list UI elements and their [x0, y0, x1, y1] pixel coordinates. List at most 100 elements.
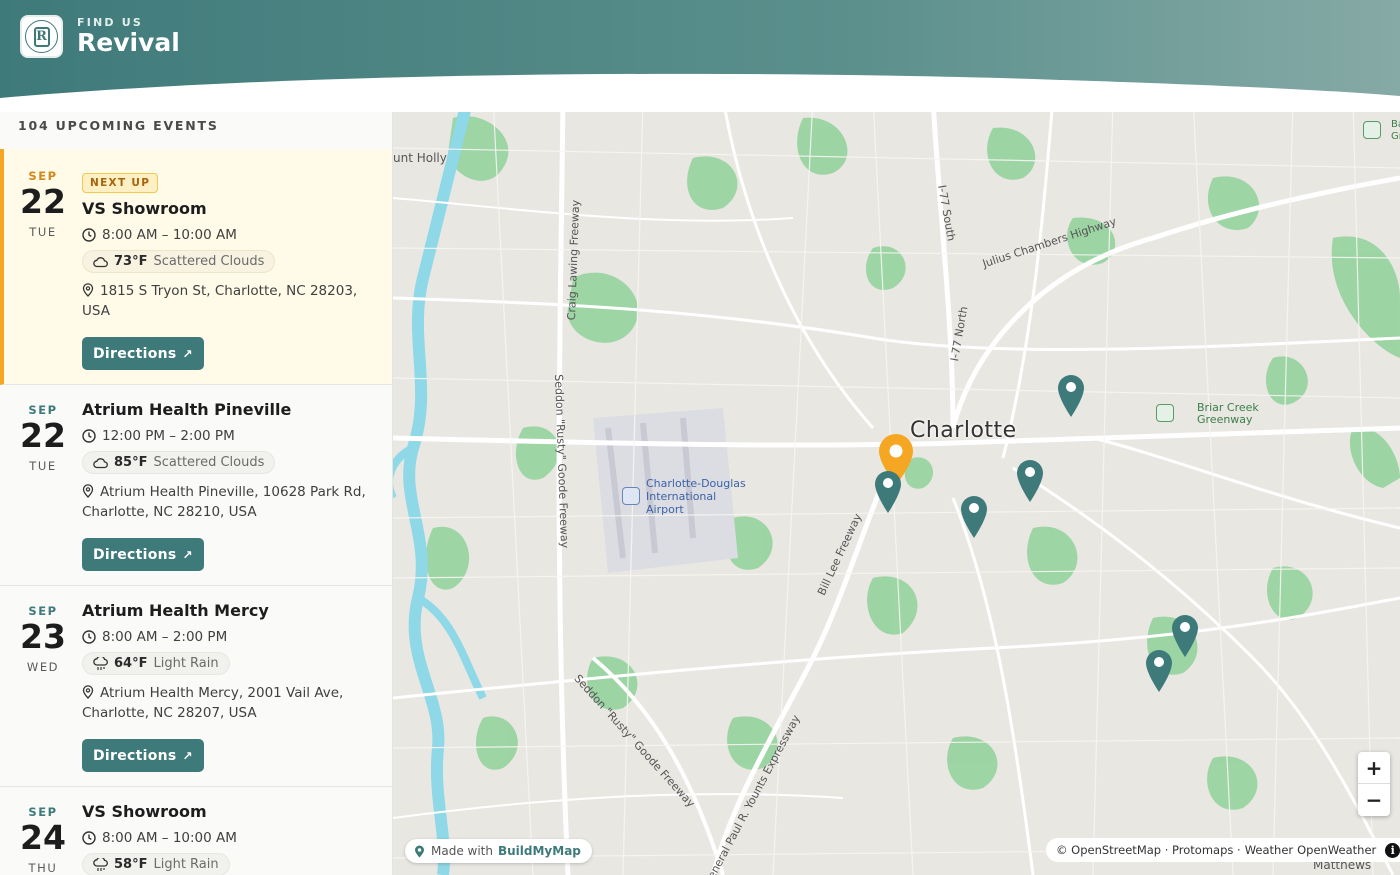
location-pin-icon: [415, 845, 424, 857]
event-date: SEP 22 TUE: [0, 403, 86, 473]
logo-badge-icon: R: [25, 20, 58, 53]
made-with-brand[interactable]: BuildMyMap: [498, 844, 581, 858]
map-pin-icon: [82, 283, 94, 297]
event-weekday: WED: [26, 660, 60, 674]
map-label-top-right-2: Gr: [1391, 131, 1400, 142]
event-card[interactable]: SEP 23 WED Atrium Health Mercy 8:00 AM –…: [0, 586, 392, 787]
event-time-text: 12:00 PM – 2:00 PM: [102, 428, 235, 444]
map-label-briar-creek: Briar Creek Greenway: [1197, 402, 1259, 426]
map-label-mount-holly: unt Holly: [393, 151, 447, 165]
directions-label: Directions: [93, 546, 177, 563]
park-icon: [1363, 121, 1381, 139]
event-time-text: 8:00 AM – 2:00 PM: [102, 629, 228, 645]
event-address: 1815 S Tryon St, Charlotte, NC 28203, US…: [82, 281, 382, 321]
airport-line-2: International: [646, 490, 717, 503]
event-title: Atrium Health Pineville: [82, 400, 292, 419]
weather-condition: Scattered Clouds: [153, 254, 265, 269]
weather-condition: Light Rain: [153, 857, 219, 872]
map-pin-icon: [82, 484, 94, 498]
event-title: VS Showroom: [82, 199, 207, 218]
map-pin-icon: [82, 685, 94, 699]
clock-icon: [82, 228, 96, 242]
cloud-icon: [93, 457, 108, 468]
revival-logo[interactable]: R: [20, 15, 63, 58]
map-label-top-right-1: Ba: [1391, 119, 1400, 130]
cloud-icon: [93, 256, 108, 267]
event-time: 12:00 PM – 2:00 PM: [82, 428, 382, 444]
weather-temp: 73°F: [114, 254, 148, 269]
weather-temp: 64°F: [114, 656, 148, 671]
event-weekday: TUE: [29, 459, 57, 473]
event-card[interactable]: SEP 24 THU VS Showroom 8:00 AM – 10:00 A…: [0, 787, 392, 875]
event-day: 23: [20, 617, 66, 656]
event-month: SEP: [28, 403, 58, 417]
made-with-badge[interactable]: Made with BuildMyMap: [405, 839, 592, 863]
event-month: SEP: [28, 169, 58, 183]
map-view[interactable]: unt Holly Craig Lawing Freeway I-77 Sout…: [393, 98, 1400, 875]
park-icon: [1156, 404, 1174, 422]
zoom-out-button[interactable]: −: [1358, 784, 1390, 816]
external-arrow-icon: ↗: [182, 346, 193, 361]
clock-icon: [82, 831, 96, 845]
event-address-text: Atrium Health Mercy, 2001 Vail Ave, Char…: [82, 685, 344, 721]
event-day: 22: [20, 416, 66, 455]
event-card[interactable]: SEP 22 TUE NEXT UP VS Showroom 8:00 AM –…: [0, 149, 392, 385]
event-time-text: 8:00 AM – 10:00 AM: [102, 227, 237, 243]
airport-icon: [622, 487, 640, 505]
info-icon[interactable]: i: [1385, 842, 1400, 858]
event-day: 22: [20, 182, 66, 221]
attribution-text[interactable]: © OpenStreetMap · Protomaps ·: [1056, 843, 1241, 857]
airport-line-1: Charlotte-Douglas: [646, 477, 746, 490]
directions-label: Directions: [93, 345, 177, 362]
airport-line-3: Airport: [646, 503, 684, 516]
header-wave: [0, 73, 1400, 112]
map-label-top-right: BaGr: [1391, 119, 1400, 143]
event-details: NEXT UP VS Showroom 8:00 AM – 10:00 AM 7…: [82, 171, 382, 370]
weather-chip: 64°F Light Rain: [82, 652, 230, 675]
zoom-controls: + −: [1358, 752, 1390, 816]
weather-chip: 73°F Scattered Clouds: [82, 250, 276, 273]
event-month: SEP: [28, 805, 58, 819]
weather-chip: 58°F Light Rain: [82, 853, 230, 875]
directions-button[interactable]: Directions ↗: [82, 337, 204, 370]
map-marker[interactable]: [874, 470, 902, 514]
rain-icon: [93, 857, 108, 871]
weather-condition: Scattered Clouds: [153, 455, 265, 470]
event-day: 24: [20, 818, 66, 857]
directions-label: Directions: [93, 747, 177, 764]
directions-button[interactable]: Directions ↗: [82, 739, 204, 772]
event-time-text: 8:00 AM – 10:00 AM: [102, 830, 237, 846]
map-label-city: Charlotte: [910, 418, 1017, 443]
park-line-2: Greenway: [1197, 413, 1253, 426]
event-time: 8:00 AM – 10:00 AM: [82, 227, 382, 243]
event-address: Atrium Health Pineville, 10628 Park Rd, …: [82, 482, 382, 522]
external-arrow-icon: ↗: [182, 547, 193, 562]
header-brand: Revival: [77, 28, 180, 57]
map-marker[interactable]: [1145, 649, 1173, 693]
event-date: SEP 22 TUE: [0, 169, 86, 239]
next-up-badge: NEXT UP: [82, 173, 159, 193]
attribution-weather[interactable]: OpenWeather: [1297, 843, 1376, 857]
weather-condition: Light Rain: [153, 656, 219, 671]
event-details: Atrium Health Mercy 8:00 AM – 2:00 PM 64…: [82, 601, 382, 772]
event-card[interactable]: SEP 22 TUE Atrium Health Pineville 12:00…: [0, 385, 392, 586]
event-weekday: TUE: [29, 225, 57, 239]
clock-icon: [82, 429, 96, 443]
map-marker[interactable]: [1171, 614, 1199, 658]
events-sidebar[interactable]: 104 UPCOMING EVENTS SEP 22 TUE NEXT UP V…: [0, 98, 393, 875]
map-label-airport: Charlotte-Douglas International Airport: [646, 477, 746, 516]
events-count: 104 UPCOMING EVENTS: [18, 118, 219, 133]
rain-icon: [93, 656, 108, 670]
event-address-text: 1815 S Tryon St, Charlotte, NC 28203, US…: [82, 283, 358, 319]
map-marker[interactable]: [1057, 374, 1085, 418]
event-title: VS Showroom: [82, 802, 207, 821]
zoom-in-button[interactable]: +: [1358, 752, 1390, 784]
weather-temp: 85°F: [114, 455, 148, 470]
map-marker[interactable]: [960, 495, 988, 539]
directions-button[interactable]: Directions ↗: [82, 538, 204, 571]
event-address-text: Atrium Health Pineville, 10628 Park Rd, …: [82, 484, 366, 520]
map-marker[interactable]: [1016, 459, 1044, 503]
event-date: SEP 23 WED: [0, 604, 86, 674]
event-address: Atrium Health Mercy, 2001 Vail Ave, Char…: [82, 683, 382, 723]
event-details: VS Showroom 8:00 AM – 10:00 AM 58°F Ligh…: [82, 802, 382, 875]
